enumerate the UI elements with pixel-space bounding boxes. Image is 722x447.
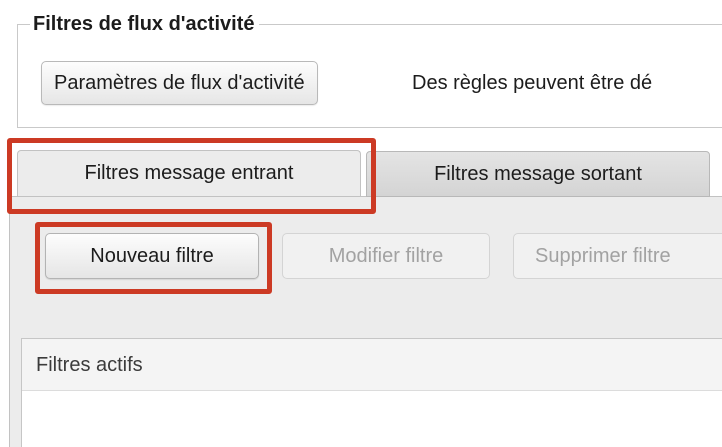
delete-filter-button[interactable]: Supprimer filtre	[513, 233, 722, 279]
edit-filter-button[interactable]: Modifier filtre	[282, 233, 490, 279]
activity-filters-legend: Filtres de flux d'activité	[30, 12, 260, 36]
active-filters-header-label: Filtres actifs	[36, 354, 143, 376]
new-filter-button[interactable]: Nouveau filtre	[45, 233, 259, 279]
tab-outgoing-filters[interactable]: Filtres message sortant	[366, 151, 710, 197]
activity-filters-window: Filtres de flux d'activité Paramètres de…	[0, 0, 722, 447]
activity-settings-button[interactable]: Paramètres de flux d'activité	[41, 61, 318, 105]
active-filters-list[interactable]: Filtres actifs	[21, 338, 722, 447]
activity-filters-description: Des règles peuvent être dé	[412, 72, 653, 94]
tab-incoming-filters[interactable]: Filtres message entrant	[17, 150, 361, 196]
active-filters-header: Filtres actifs	[22, 339, 722, 391]
